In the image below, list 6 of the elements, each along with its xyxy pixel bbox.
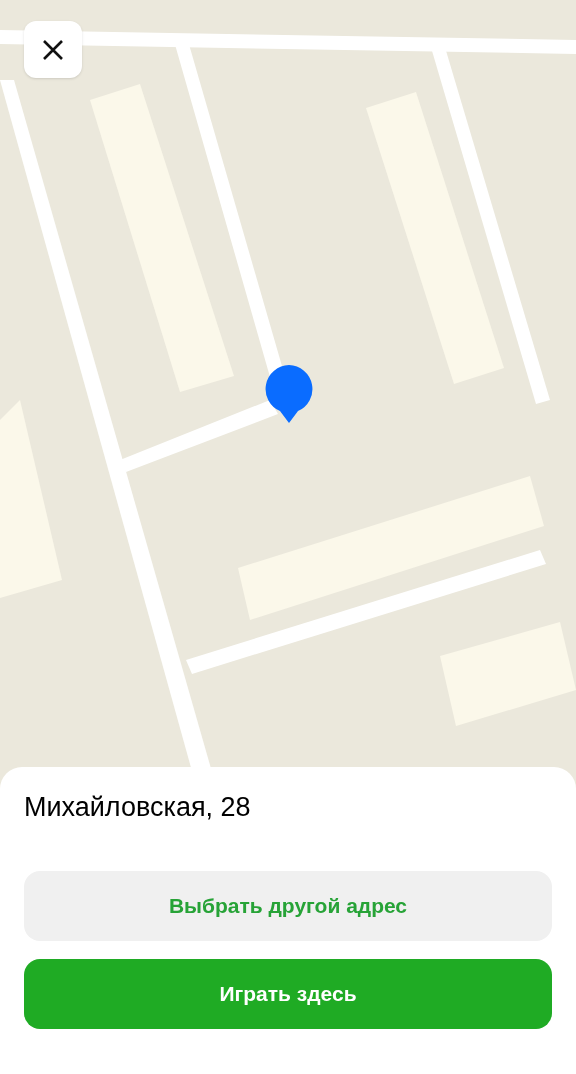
play-here-button[interactable]: Играть здесь (24, 959, 552, 1029)
address-title: Михайловская, 28 (24, 791, 252, 824)
close-button[interactable] (24, 21, 82, 78)
close-icon (42, 38, 64, 61)
choose-address-button[interactable]: Выбрать другой адрес (24, 871, 552, 941)
map-pin-icon (264, 364, 314, 424)
